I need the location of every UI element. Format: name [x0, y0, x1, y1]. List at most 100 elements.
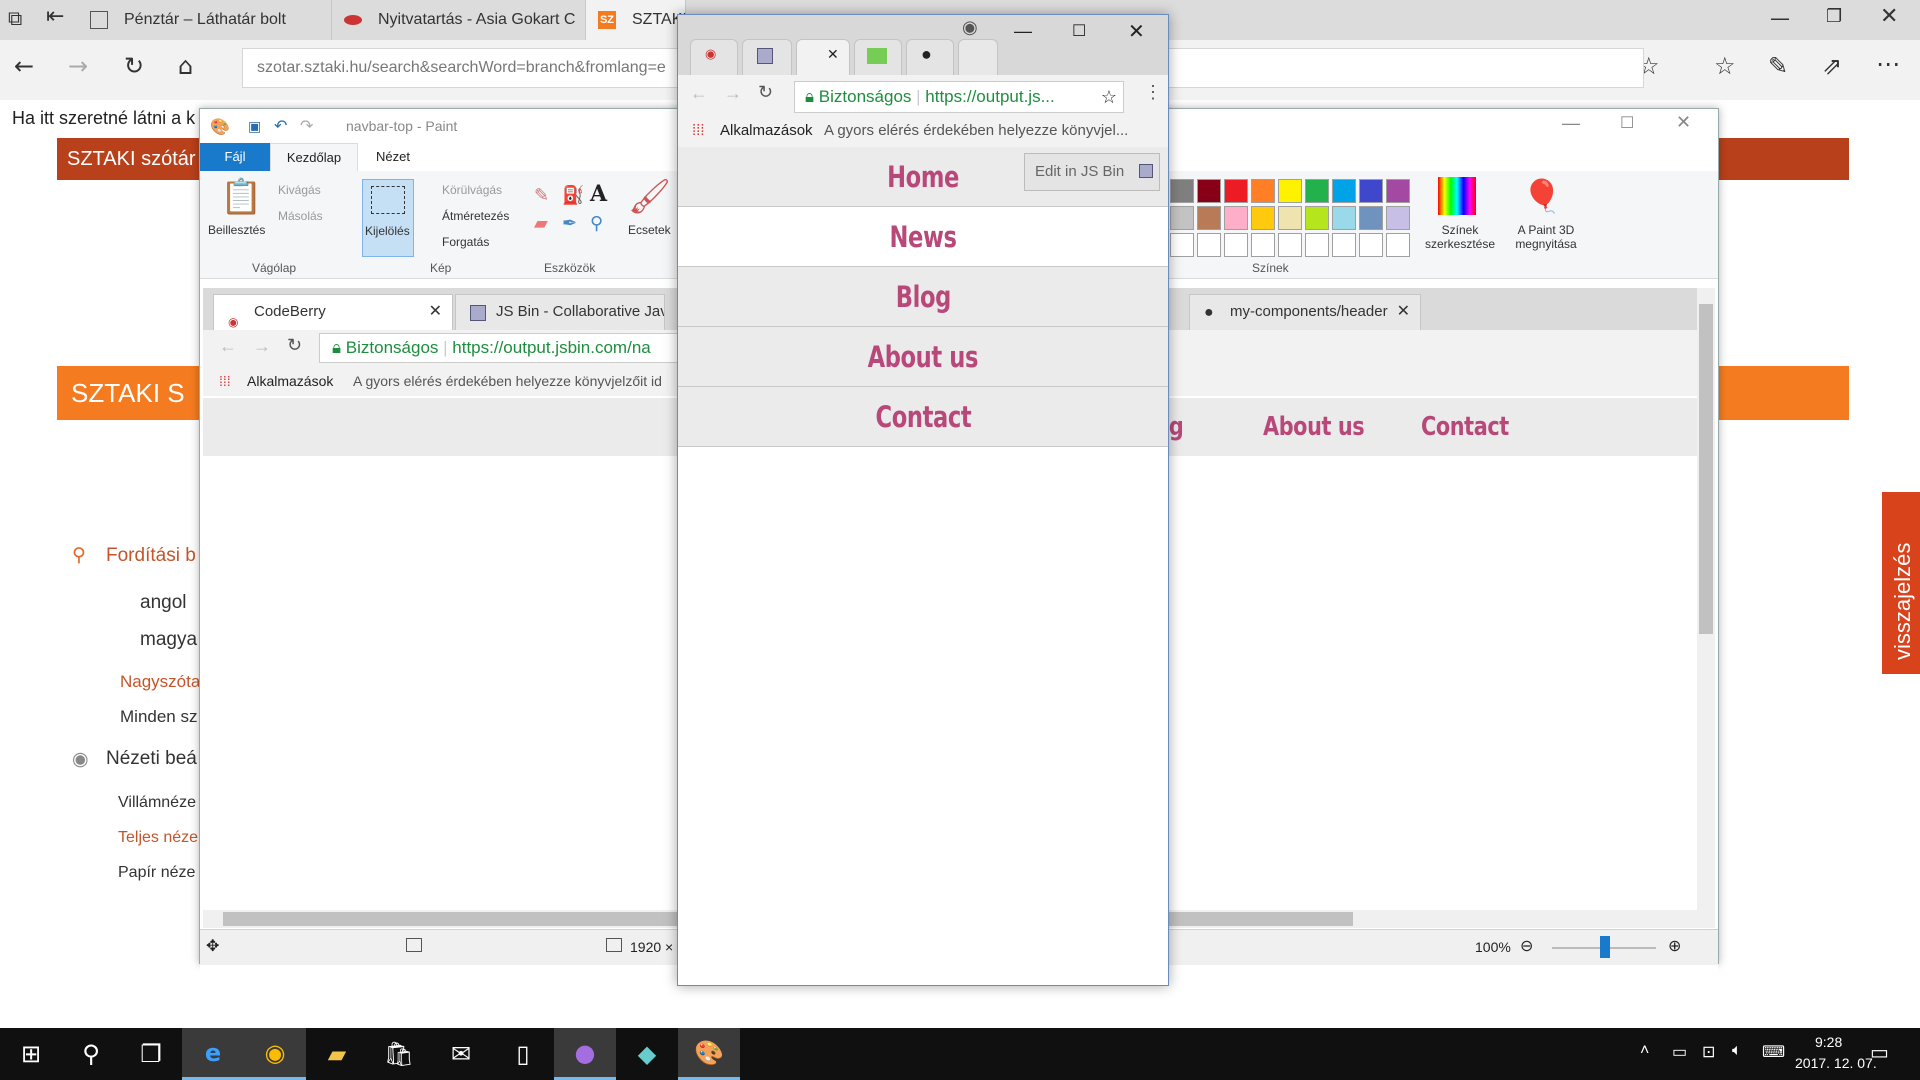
custom-color-swatch[interactable] [1170, 233, 1194, 257]
color-swatch[interactable] [1332, 206, 1356, 230]
color-picker-icon[interactable]: ✒ [562, 213, 577, 234]
back-icon[interactable]: ← [690, 83, 708, 104]
magnifier-icon[interactable]: ⚲ [590, 213, 603, 234]
reload-icon[interactable]: ↻ [758, 82, 773, 103]
select-button[interactable]: Kijelölés [362, 179, 414, 257]
minimize-icon[interactable]: — [1770, 6, 1790, 30]
minimize-icon[interactable]: — [1014, 21, 1032, 42]
paint-minimize-icon[interactable]: — [1562, 113, 1580, 134]
color-swatch[interactable] [1332, 179, 1356, 203]
taskbar-paint[interactable]: 🎨 [678, 1028, 740, 1080]
apps-icon[interactable]: ⁞⁞⁞ [692, 115, 705, 147]
crop-button[interactable]: Körülvágás [442, 183, 502, 197]
all-dict-link[interactable]: Minden sz [120, 707, 197, 727]
big-dict-link[interactable]: Nagyszóta [120, 672, 200, 692]
feedback-tab[interactable]: visszajelzés [1882, 492, 1920, 674]
fill-icon[interactable]: ⛽ [562, 185, 584, 206]
close-icon[interactable]: ✕ [1880, 4, 1898, 29]
view-tab[interactable]: Nézet [376, 149, 410, 164]
paint3d-icon[interactable]: 🎈 [1522, 177, 1562, 215]
color-swatch[interactable] [1305, 179, 1329, 203]
nav-blog[interactable]: Blog [678, 267, 1168, 327]
share-icon[interactable]: ⇗ [1822, 52, 1842, 80]
taskbar-mail[interactable]: ✉ [430, 1028, 492, 1080]
keyboard-icon[interactable]: ⌨ [1762, 1042, 1785, 1062]
custom-color-swatch[interactable] [1278, 233, 1302, 257]
paint3d-label[interactable]: A Paint 3D megnyitása [1508, 223, 1584, 251]
edit-in-jsbin-button[interactable]: Edit in JS Bin [1024, 153, 1160, 191]
back-tabs-icon[interactable]: ⇤ [46, 4, 64, 29]
nav-contact[interactable]: Contact [1421, 398, 1509, 456]
custom-color-swatch[interactable] [1332, 233, 1356, 257]
search-button[interactable]: ⚲ [60, 1028, 122, 1080]
edge-tab-2[interactable]: Nyitvatartás - Asia Gokart C [332, 0, 586, 40]
taskbar-edge[interactable]: e [182, 1028, 244, 1080]
save-icon[interactable]: ▣ [248, 118, 261, 135]
custom-color-swatch[interactable] [1386, 233, 1410, 257]
tab-close-icon[interactable]: ✕ [827, 46, 839, 63]
pencil-icon[interactable]: ✎ [534, 185, 549, 206]
tray-chevron-icon[interactable]: ˄ [1640, 1042, 1649, 1060]
lang-from[interactable]: angol [140, 592, 187, 614]
paste-label[interactable]: Beillesztés [208, 223, 265, 237]
file-tab[interactable]: Fájl [200, 143, 270, 171]
forward-icon[interactable]: → [68, 52, 88, 80]
reload-icon[interactable]: ↻ [287, 335, 302, 356]
nav-about[interactable]: About us [678, 327, 1168, 387]
restore-icon[interactable]: ❐ [1826, 6, 1842, 27]
paint-maximize-icon[interactable]: ☐ [1620, 113, 1634, 133]
custom-color-swatch[interactable] [1251, 233, 1275, 257]
text-icon[interactable]: A [590, 181, 607, 207]
tab-set-aside-icon[interactable]: ⧉ [8, 6, 22, 30]
brushes-label[interactable]: Ecsetek [628, 223, 671, 237]
color-swatch[interactable] [1359, 179, 1383, 203]
front-tab-w3[interactable] [854, 39, 902, 75]
apps-icon[interactable]: ⁞⁞⁞ [219, 366, 231, 396]
new-tab-button[interactable] [958, 39, 998, 75]
full-view-link[interactable]: Teljes néze [118, 829, 198, 847]
custom-color-swatch[interactable] [1197, 233, 1221, 257]
apps-label[interactable]: Alkalmazások [720, 115, 813, 147]
nav-contact[interactable]: Contact [678, 387, 1168, 447]
more-icon[interactable]: ⋯ [1876, 50, 1900, 78]
clock-time[interactable]: 9:28 [1815, 1034, 1842, 1050]
cut-button[interactable]: Kivágás [278, 183, 321, 197]
nav-news[interactable]: News [678, 207, 1168, 267]
chrome-bg-scrollbar[interactable] [1697, 288, 1715, 928]
front-tab-github[interactable]: ● [906, 39, 954, 75]
taskbar-file[interactable]: ▯ [492, 1028, 554, 1080]
sztaki-logo[interactable]: SZTAKI szótár [57, 138, 197, 180]
pen-icon[interactable]: ✎ [1768, 52, 1788, 80]
volume-icon[interactable]: 🔈︎ [1732, 1042, 1742, 1060]
paper-view-link[interactable]: Papír néze [118, 864, 195, 882]
edit-colors-icon[interactable] [1438, 177, 1476, 215]
color-swatch[interactable] [1278, 206, 1302, 230]
custom-color-swatch[interactable] [1224, 233, 1248, 257]
lang-to[interactable]: magya [140, 629, 197, 651]
nav-about[interactable]: About us [1263, 398, 1365, 456]
network-icon[interactable]: ⊡ [1702, 1042, 1715, 1062]
custom-color-swatch[interactable] [1359, 233, 1383, 257]
brushes-icon[interactable]: 🖌 [628, 177, 671, 217]
taskbar-github[interactable]: ● [554, 1028, 616, 1080]
color-swatch[interactable] [1197, 179, 1221, 203]
rotate-button[interactable]: Forgatás [442, 235, 489, 249]
color-swatch[interactable] [1278, 179, 1302, 203]
copy-button[interactable]: Másolás [278, 209, 323, 223]
action-center-icon[interactable]: ▭ [1870, 1040, 1889, 1065]
bookmark-star-icon[interactable]: ☆ [1101, 82, 1117, 112]
color-swatch[interactable] [1359, 206, 1383, 230]
apps-label[interactable]: Alkalmazások [247, 366, 333, 396]
taskbar-store[interactable]: 🛍 [368, 1028, 430, 1080]
front-tab-jsbin-1[interactable] [742, 39, 792, 75]
battery-icon[interactable]: ▭ [1672, 1042, 1687, 1062]
chrome-bg-tab-3[interactable]: ● my-components/header ✕ [1189, 294, 1421, 330]
taskbar-app[interactable]: ◆ [616, 1028, 678, 1080]
edge-tab-1[interactable]: Pénztár – Láthatár bolt [78, 0, 332, 40]
tab-close-icon[interactable]: ✕ [1397, 295, 1410, 329]
paste-icon[interactable]: 📋 [220, 177, 262, 217]
zoom-slider-thumb[interactable] [1600, 936, 1610, 958]
eraser-icon[interactable]: ▰ [534, 213, 548, 234]
color-swatch[interactable] [1386, 179, 1410, 203]
home-tab[interactable]: Kezdőlap [270, 143, 358, 171]
